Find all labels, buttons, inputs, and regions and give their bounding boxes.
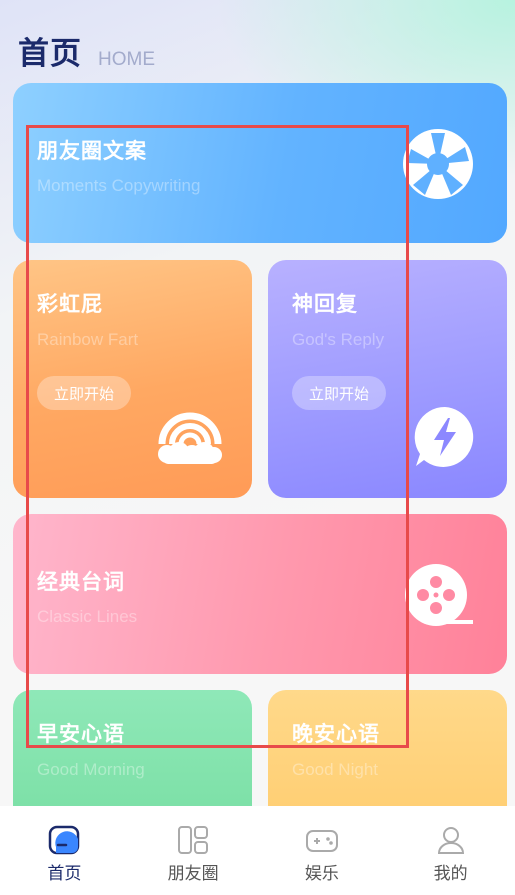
gods-reply-card[interactable]: 神回复 God's Reply 立即开始	[268, 260, 507, 498]
card-subtitle: Rainbow Fart	[37, 330, 139, 349]
tab-moments[interactable]: 朋友圈	[129, 806, 258, 895]
card-title: 晚安心语	[292, 722, 380, 746]
card-subtitle: Good Morning	[37, 760, 145, 779]
gamepad-icon	[305, 830, 338, 852]
bottom-tab-bar: 首页 朋友圈 娱乐 我的	[0, 806, 515, 895]
tab-label: 朋友圈	[167, 864, 219, 884]
home-icon	[49, 825, 80, 855]
start-now-button[interactable]: 立即开始	[37, 376, 131, 410]
film-reel-icon	[405, 564, 473, 626]
tab-label: 首页	[47, 864, 82, 884]
card-title: 彩虹屁	[37, 292, 103, 316]
card-title: 朋友圈文案	[37, 139, 147, 163]
card-subtitle: Moments Copywriting	[37, 176, 201, 195]
moments-copywriting-card[interactable]: 朋友圈文案 Moments Copywriting	[13, 83, 507, 243]
rainbow-icon	[158, 412, 222, 464]
card-subtitle: Good Night	[292, 760, 378, 779]
rainbow-fart-card[interactable]: 彩虹屁 Rainbow Fart 立即开始	[13, 260, 252, 498]
tab-profile[interactable]: 我的	[386, 806, 515, 895]
page-title: 首页	[18, 36, 82, 72]
profile-icon	[437, 827, 464, 854]
tab-entertainment[interactable]: 娱乐	[258, 806, 387, 895]
page-subtitle: HOME	[98, 49, 155, 70]
classic-lines-card[interactable]: 经典台词 Classic Lines	[13, 514, 507, 674]
tab-label: 娱乐	[304, 864, 339, 884]
card-subtitle: Classic Lines	[37, 607, 138, 626]
start-now-button[interactable]: 立即开始	[292, 376, 386, 410]
page-header: 首页 HOME	[18, 28, 155, 73]
card-title: 早安心语	[37, 722, 125, 746]
card-subtitle: God's Reply	[292, 330, 385, 349]
camera-shutter-icon	[403, 129, 473, 199]
tab-label: 我的	[433, 864, 468, 884]
lightning-bubble-icon	[414, 406, 474, 467]
card-title: 经典台词	[37, 570, 125, 594]
card-title: 神回复	[292, 292, 358, 316]
tab-home[interactable]: 首页	[0, 806, 129, 895]
moments-grid-icon	[178, 826, 209, 854]
